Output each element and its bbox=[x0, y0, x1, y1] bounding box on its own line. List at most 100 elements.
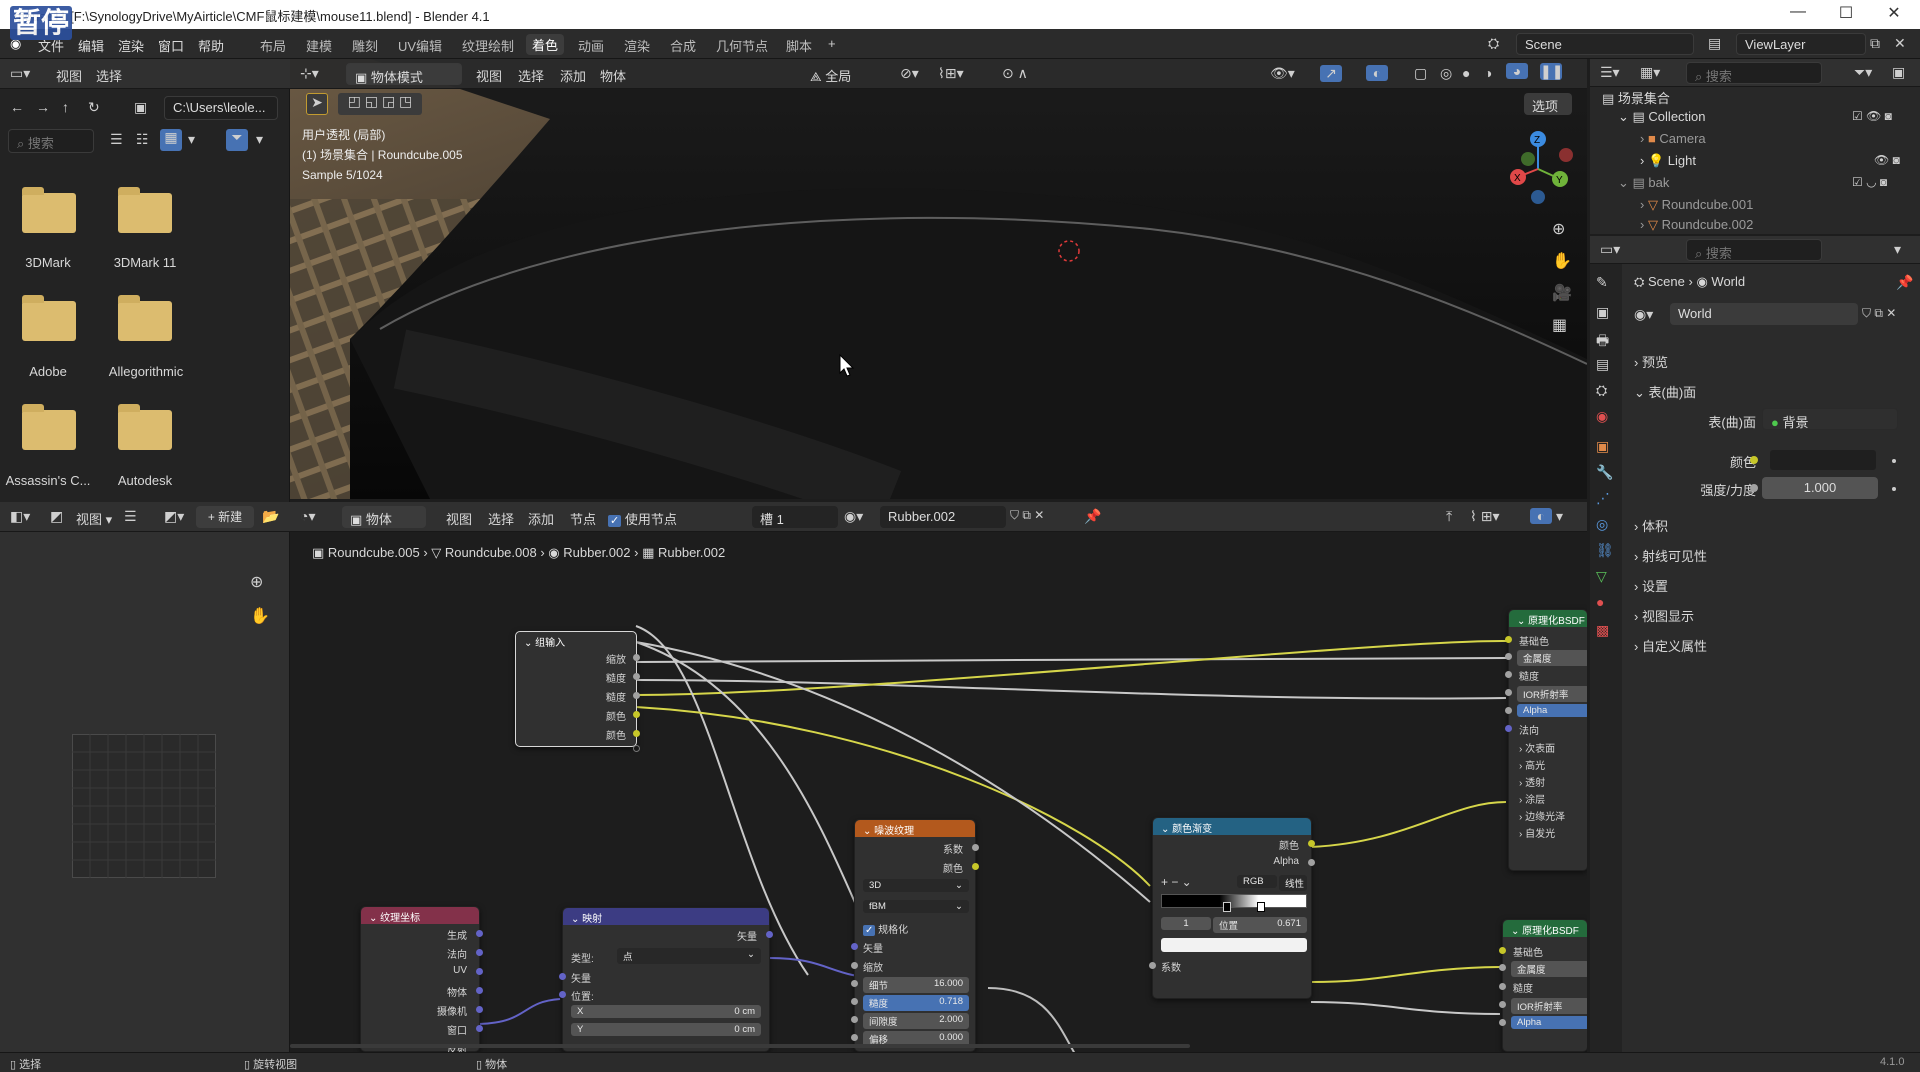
options-dropdown[interactable]: 选项 bbox=[1524, 93, 1572, 115]
image-mode-icon[interactable]: ◩ bbox=[50, 508, 63, 525]
new-image-button[interactable]: + 新建 bbox=[196, 506, 254, 528]
subpanel-specular[interactable]: › 高光 bbox=[1519, 757, 1545, 772]
socket-icon[interactable] bbox=[633, 692, 640, 699]
proportional-edit-icon[interactable]: ⊙ ∧ bbox=[1002, 65, 1028, 82]
socket-icon[interactable] bbox=[559, 973, 566, 980]
tab-uv[interactable]: UV编辑 bbox=[398, 36, 442, 55]
new-folder-icon[interactable]: ▣ bbox=[134, 99, 147, 116]
display-options-icon[interactable]: ▾ bbox=[188, 131, 195, 148]
copy-view-layer-icon[interactable]: ⧉ bbox=[1870, 35, 1880, 52]
socket-icon[interactable] bbox=[1499, 947, 1506, 954]
metallic-field[interactable]: 金属度 bbox=[1517, 650, 1587, 666]
xray-icon[interactable]: ▢ bbox=[1414, 65, 1427, 82]
socket-icon[interactable] bbox=[476, 930, 483, 937]
snap-icon[interactable]: ⌇⊞▾ bbox=[938, 65, 964, 82]
socket-icon[interactable] bbox=[851, 962, 858, 969]
socket-icon[interactable] bbox=[972, 844, 979, 851]
menu-render[interactable]: 渲染 bbox=[118, 36, 144, 55]
metallic-field[interactable]: 金属度 bbox=[1511, 961, 1587, 977]
noise-type-dropdown[interactable]: fBM ⌄ bbox=[863, 900, 969, 913]
tab-shading[interactable]: 着色 bbox=[526, 34, 565, 55]
camera-view-icon[interactable]: 🎥 bbox=[1552, 283, 1572, 303]
ramp-stop-color-swatch[interactable] bbox=[1161, 938, 1307, 952]
strength-field[interactable]: 1.000 bbox=[1762, 477, 1878, 499]
mapping-type-dropdown[interactable]: 点 ⌄ bbox=[617, 948, 761, 964]
lacunarity-field[interactable]: 间隙度 2.000 bbox=[863, 1013, 969, 1029]
outliner-item-camera[interactable]: › ■ Camera bbox=[1640, 131, 1706, 146]
list-view-icon[interactable]: ☰ bbox=[110, 131, 123, 148]
menu-edit[interactable]: 编辑 bbox=[78, 36, 104, 55]
world-tab-icon[interactable]: ◉ bbox=[1596, 408, 1608, 425]
node-color-ramp[interactable]: ⌄ 颜色渐变 颜色 Alpha + − ⌄ RGB 线性 1 位置 0.671 系… bbox=[1149, 817, 1315, 999]
folder-3dmark[interactable] bbox=[22, 187, 76, 233]
filter-options-icon[interactable]: ▾ bbox=[256, 131, 263, 148]
editor-type-icon[interactable]: ▭▾ bbox=[1600, 241, 1620, 258]
subpanel-subsurface[interactable]: › 次表面 bbox=[1519, 740, 1555, 755]
modifier-tab-icon[interactable]: 🔧 bbox=[1596, 464, 1613, 481]
keyframe-dot-icon[interactable] bbox=[1892, 487, 1896, 491]
node-principled-bsdf[interactable]: ⌄ 原理化BSDF 基础色 金属度 糙度 IOR折射率 Alpha 法向 › 次… bbox=[1505, 609, 1587, 871]
surface-shader-field[interactable]: ● 背景 bbox=[1762, 408, 1898, 430]
tab-compositing[interactable]: 合成 bbox=[670, 36, 696, 55]
solid-shading-icon[interactable]: ● bbox=[1462, 65, 1470, 81]
minimize-icon[interactable]: — bbox=[1778, 3, 1818, 21]
outliner-item-bak[interactable]: ⌄ ▤ bak bbox=[1618, 175, 1669, 191]
forward-icon[interactable]: → bbox=[36, 99, 50, 115]
navigation-gizmo[interactable]: Z Y X bbox=[1498, 129, 1578, 209]
socket-icon[interactable] bbox=[851, 998, 858, 1005]
folder-assassins[interactable] bbox=[22, 404, 76, 450]
object-tab-icon[interactable]: ▣ bbox=[1596, 438, 1609, 455]
socket-icon[interactable] bbox=[1505, 707, 1512, 714]
menu-icon[interactable]: ☰ bbox=[124, 508, 137, 525]
socket-icon[interactable] bbox=[1505, 671, 1512, 678]
tab-sculpt[interactable]: 雕刻 bbox=[352, 36, 378, 55]
add-workspace-icon[interactable]: + bbox=[828, 36, 836, 51]
new-collection-icon[interactable]: ▣ bbox=[1892, 64, 1905, 81]
checkbox-icon[interactable]: ☑ 👁 ◙ bbox=[1852, 109, 1892, 123]
scene-selector[interactable]: Scene bbox=[1516, 33, 1694, 55]
outliner-item-roundcube001[interactable]: › ▽ Roundcube.001 bbox=[1640, 197, 1753, 213]
data-tab-icon[interactable]: ▽ bbox=[1596, 568, 1607, 585]
folder-3dmark11[interactable] bbox=[118, 187, 172, 233]
select-mode-icons[interactable]: ◰ ◱ ◲ ◳ bbox=[338, 93, 422, 115]
render-tab-icon[interactable]: ▣ bbox=[1596, 304, 1609, 321]
particles-tab-icon[interactable]: ⋰ bbox=[1596, 490, 1610, 507]
pin-icon[interactable]: 📌 bbox=[1896, 274, 1913, 291]
socket-icon[interactable] bbox=[633, 730, 640, 737]
keyframe-dot-icon[interactable] bbox=[1892, 459, 1896, 463]
list-view-icon-2[interactable]: ☷ bbox=[136, 131, 149, 148]
zoom-icon[interactable]: ⊕ bbox=[250, 572, 263, 592]
ie-menu-view[interactable]: 视图 ▾ bbox=[76, 509, 112, 528]
select-tool-icon[interactable]: ➤ bbox=[306, 93, 328, 115]
fb-menu-select[interactable]: 选择 bbox=[96, 66, 122, 85]
socket-icon[interactable] bbox=[851, 1034, 858, 1041]
socket-icon[interactable] bbox=[1505, 636, 1512, 643]
pause-render-icon[interactable]: ❚❚ bbox=[1540, 63, 1563, 80]
zoom-icon[interactable]: ⊕ bbox=[1552, 219, 1565, 239]
browse-image-icon[interactable]: ◩▾ bbox=[164, 508, 184, 525]
socket-icon[interactable] bbox=[1499, 1001, 1506, 1008]
texture-tab-icon[interactable]: ▩ bbox=[1596, 622, 1609, 639]
subpanel-coat[interactable]: › 涂层 bbox=[1519, 791, 1545, 806]
normalize-checkbox[interactable]: ✓ 规格化 bbox=[863, 921, 908, 936]
tab-animation[interactable]: 动画 bbox=[578, 36, 604, 55]
socket-icon[interactable] bbox=[1308, 859, 1315, 866]
node-editor[interactable]: ◔▾ ▣ 物体 视图 选择 添加 节点 ✓ 使用节点 槽 1 ◉▾ Rubber… bbox=[290, 502, 1587, 1052]
pan-icon[interactable]: ✋ bbox=[1552, 251, 1572, 271]
outliner-item-collection[interactable]: ⌄ ▤ Collection bbox=[1618, 109, 1706, 125]
overlay-icon[interactable]: ◐ bbox=[1366, 65, 1388, 81]
socket-icon[interactable] bbox=[766, 931, 773, 938]
socket-icon[interactable] bbox=[1499, 1019, 1506, 1026]
panel-settings[interactable]: › 设置 bbox=[1634, 576, 1914, 595]
fb-menu-view[interactable]: 视图 bbox=[56, 66, 82, 85]
vp-menu-view[interactable]: 视图 bbox=[476, 66, 502, 85]
material-shading-icon[interactable]: ◑ bbox=[1484, 65, 1492, 81]
mode-selector[interactable]: ▣ 物体模式 bbox=[346, 63, 462, 85]
socket-icon[interactable] bbox=[476, 968, 483, 975]
socket-icon[interactable] bbox=[1308, 840, 1315, 847]
tab-texture-paint[interactable]: 纹理绘制 bbox=[462, 36, 514, 55]
tab-layout[interactable]: 布局 bbox=[260, 36, 286, 55]
open-image-icon[interactable]: 📂 bbox=[262, 508, 279, 525]
vp-menu-add[interactable]: 添加 bbox=[560, 66, 586, 85]
world-browse-icon[interactable]: ◉▾ bbox=[1634, 306, 1653, 323]
